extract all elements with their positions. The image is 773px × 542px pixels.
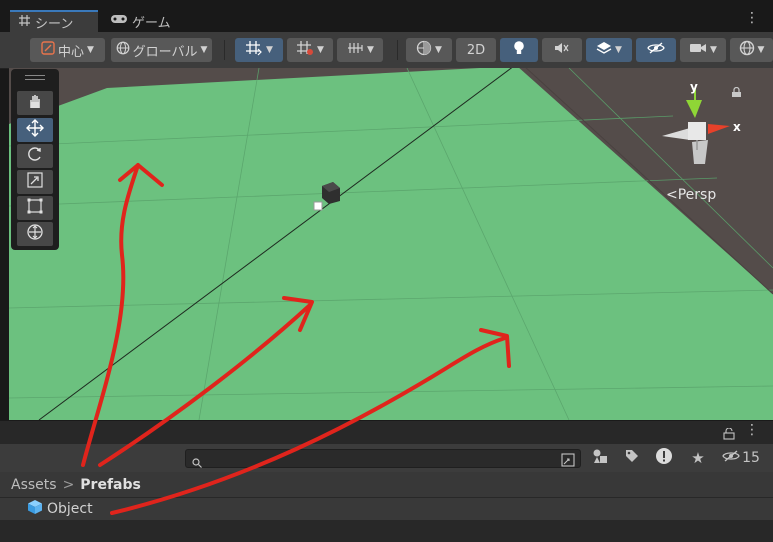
annotation-arrows [81, 163, 511, 515]
annotation-arrow-1 [81, 163, 140, 467]
annotation-arrow-2 [98, 303, 312, 467]
annotation-arrow-3 [110, 336, 507, 515]
